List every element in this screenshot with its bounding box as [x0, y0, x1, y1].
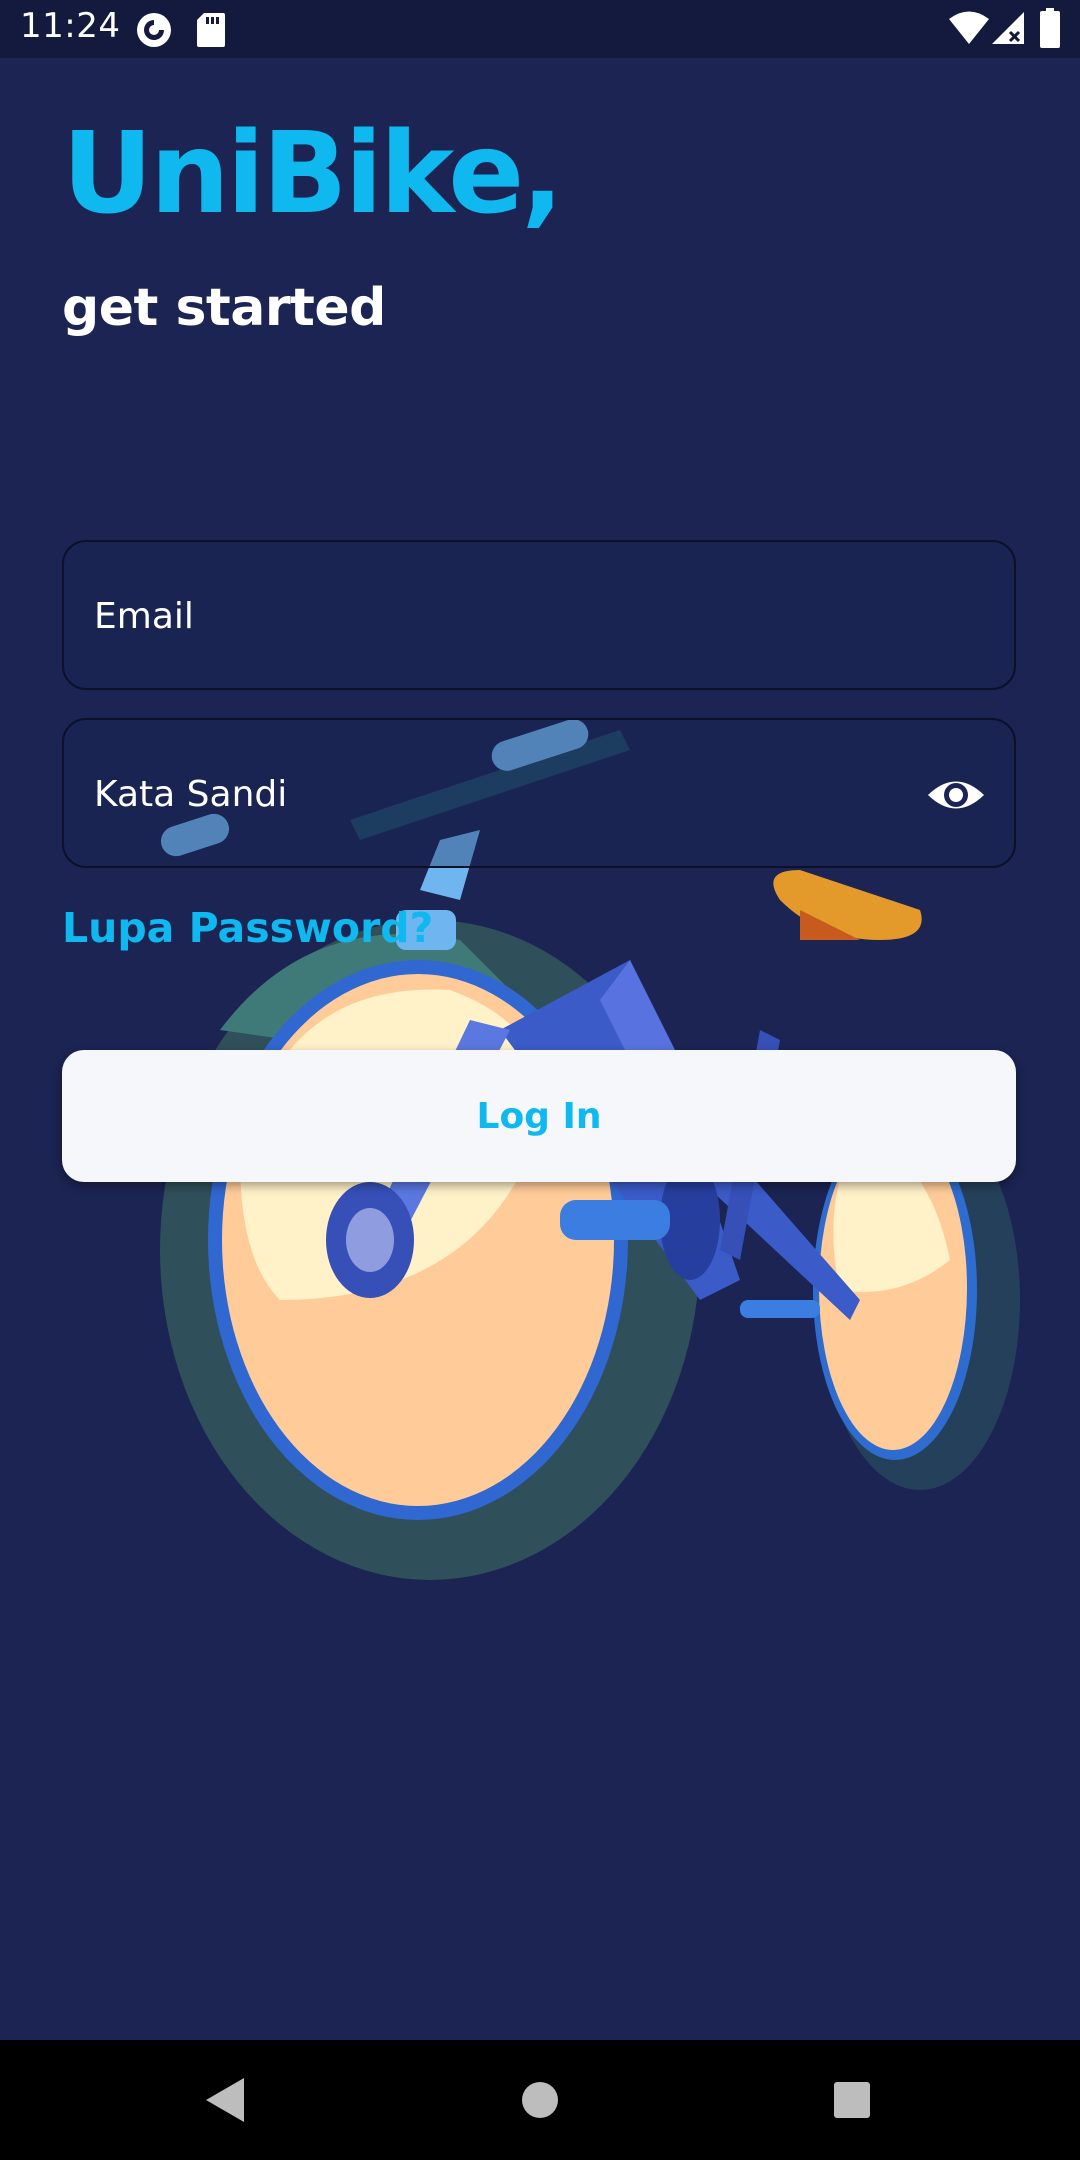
home-icon[interactable] — [510, 2070, 570, 2130]
status-bar: 11:24 — [0, 0, 1080, 58]
password-field[interactable] — [62, 718, 1016, 868]
app-subtitle: get started — [62, 278, 386, 338]
eye-icon[interactable] — [926, 768, 986, 822]
status-time: 11:24 — [20, 6, 121, 46]
login-screen: 11:24 UniBike, get started Email Lupa Pa… — [0, 0, 1080, 2160]
battery-icon — [1040, 8, 1060, 52]
app-title: UniBike, — [62, 109, 564, 239]
back-icon[interactable] — [196, 2070, 256, 2130]
signal-icon — [990, 10, 1026, 50]
password-input[interactable] — [92, 720, 916, 868]
login-button[interactable]: Log In — [62, 1050, 1016, 1182]
email-field[interactable] — [62, 540, 1016, 690]
wifi-icon — [948, 10, 990, 50]
email-input[interactable] — [92, 542, 916, 690]
pocket-casts-icon — [136, 12, 172, 52]
sd-card-icon — [196, 12, 226, 52]
recents-icon[interactable] — [822, 2070, 882, 2130]
forgot-password-link[interactable]: Lupa Password? — [62, 904, 433, 952]
navigation-bar — [0, 2040, 1080, 2160]
